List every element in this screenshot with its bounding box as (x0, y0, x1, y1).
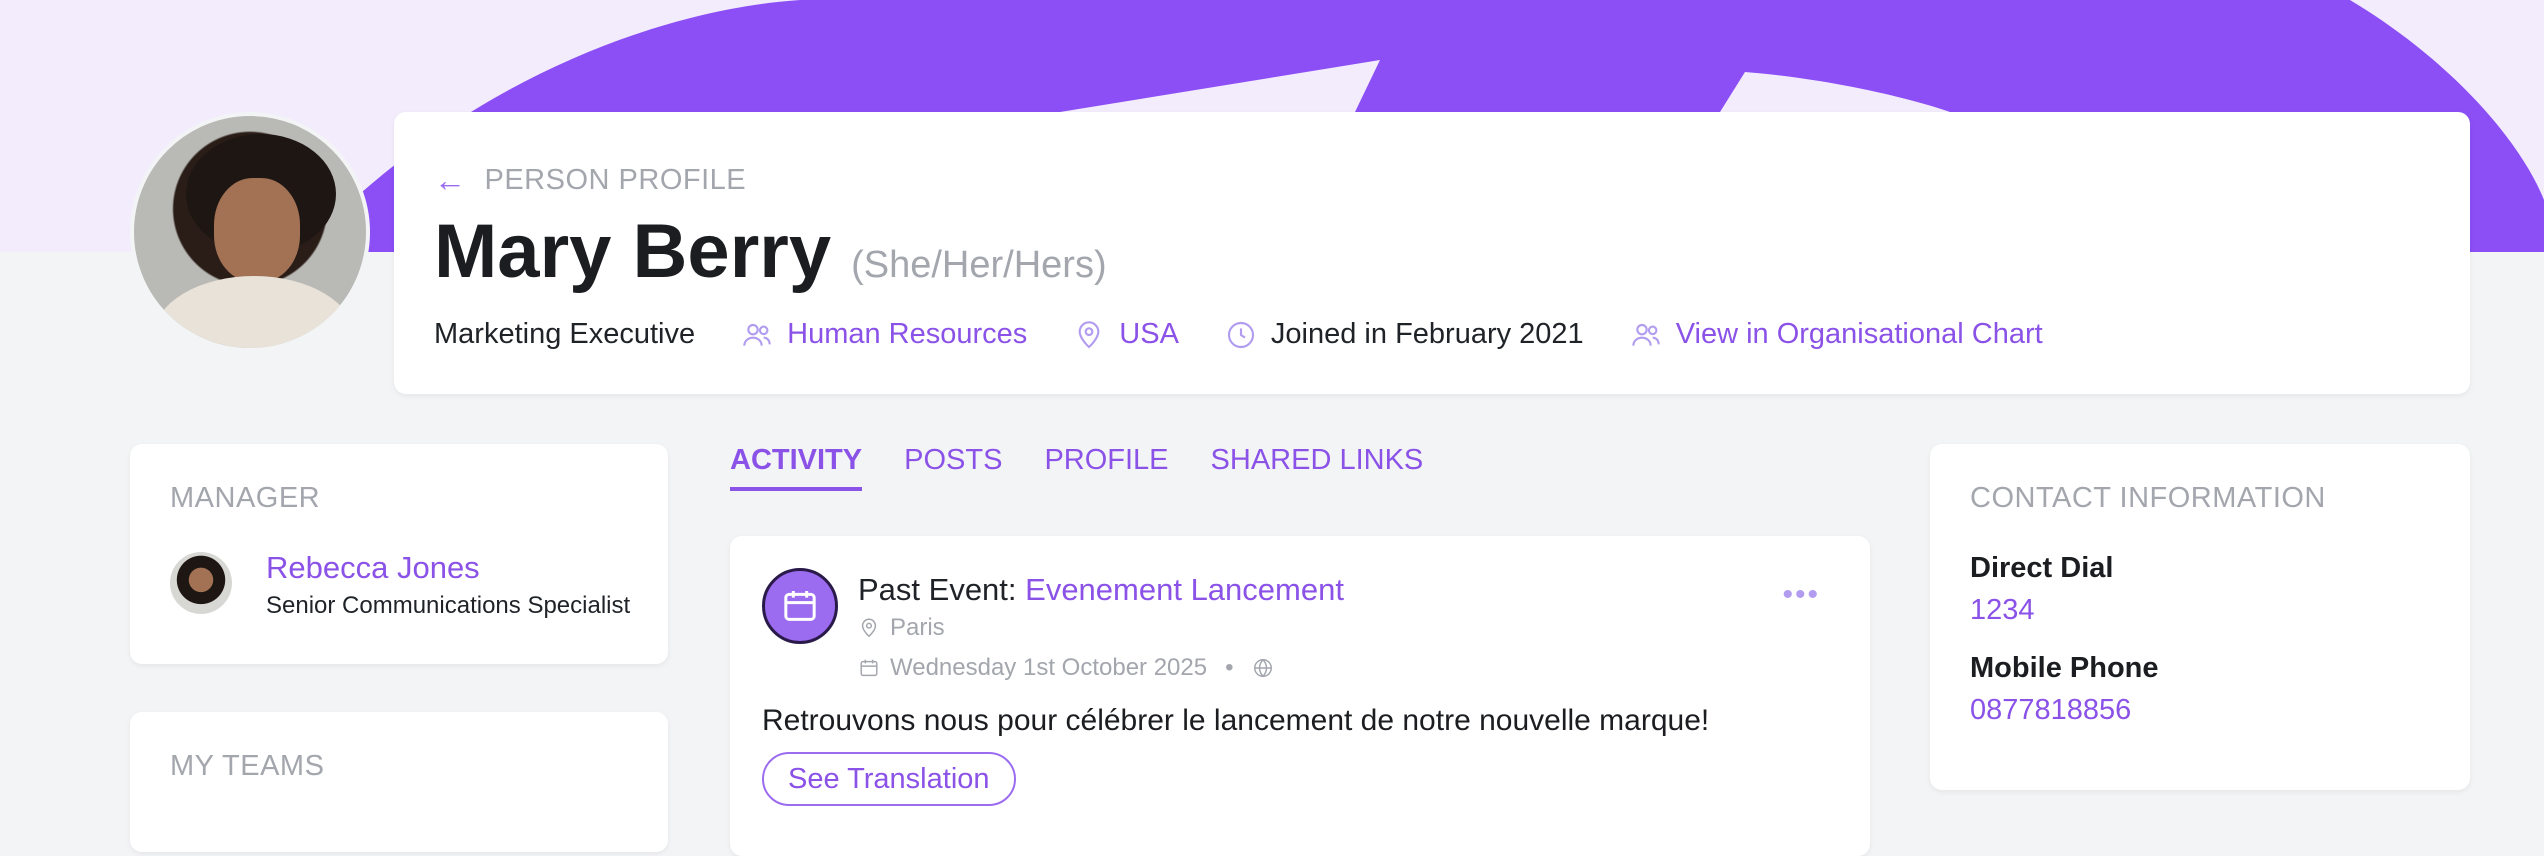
tab-activity[interactable]: ACTIVITY (730, 444, 863, 491)
calendar-icon (762, 568, 838, 644)
breadcrumb: ← PERSON PROFILE (434, 162, 746, 199)
meta-row: Marketing Executive Human Resources USA … (434, 318, 2089, 351)
person-name: Mary Berry (434, 209, 832, 294)
post-body: Retrouvons nous pour célébrer le lanceme… (762, 704, 1710, 737)
meta-separator: • (1225, 654, 1234, 681)
breadcrumb-label: PERSON PROFILE (484, 164, 747, 196)
manager-avatar[interactable] (170, 552, 232, 614)
department-text[interactable]: Human Resources (787, 318, 1027, 351)
org-chart-icon (1630, 319, 1662, 351)
org-chart-link[interactable]: View in Organisational Chart (1630, 318, 2043, 351)
name-row: Mary Berry (She/Her/Hers) (434, 208, 1107, 295)
more-options-icon[interactable]: ••• (1782, 578, 1820, 612)
direct-dial-link[interactable]: 1234 (1970, 594, 2035, 627)
tab-profile[interactable]: PROFILE (1044, 444, 1168, 491)
calendar-small-icon (860, 659, 878, 677)
map-pin-icon (1073, 319, 1105, 351)
joined-text: Joined in February 2021 (1270, 318, 1584, 350)
job-title-text: Marketing Executive (434, 318, 696, 350)
mobile-phone-label: Mobile Phone (1970, 652, 2159, 684)
event-name-link[interactable]: Evenement Lancement (1025, 572, 1344, 607)
clock-icon (1225, 319, 1257, 351)
department-link[interactable]: Human Resources (741, 318, 1027, 351)
joined-date: Joined in February 2021 (1225, 318, 1584, 351)
teams-section-title: MY TEAMS (170, 750, 325, 782)
event-location: Paris (858, 614, 945, 642)
country-text[interactable]: USA (1119, 318, 1179, 351)
profile-avatar (130, 112, 370, 352)
event-date: Wednesday 1st October 2025 • (858, 654, 1274, 682)
users-icon (741, 319, 773, 351)
country-link[interactable]: USA (1073, 318, 1179, 351)
manager-name-link[interactable]: Rebecca Jones (266, 550, 480, 586)
tab-shared-links[interactable]: SHARED LINKS (1211, 444, 1424, 491)
profile-tabs: ACTIVITY POSTS PROFILE SHARED LINKS (730, 444, 1423, 491)
post-title: Past Event: Evenement Lancement (858, 572, 1344, 608)
manager-section-title: MANAGER (170, 482, 321, 514)
activity-post: Past Event: Evenement Lancement Paris We… (730, 536, 1870, 856)
tab-posts[interactable]: POSTS (904, 444, 1002, 491)
direct-dial-label: Direct Dial (1970, 552, 2114, 584)
pronouns: (She/Her/Hers) (851, 244, 1107, 286)
post-title-prefix: Past Event: (858, 572, 1026, 607)
contact-section-title: CONTACT INFORMATION (1970, 482, 2326, 514)
globe-icon (1253, 658, 1272, 678)
contact-card: CONTACT INFORMATION Direct Dial 1234 Mob… (1930, 444, 2470, 790)
job-title: Marketing Executive (434, 318, 695, 351)
org-chart-text[interactable]: View in Organisational Chart (1676, 318, 2043, 351)
teams-card: MY TEAMS (130, 712, 668, 852)
manager-role: Senior Communications Specialist (266, 592, 631, 619)
back-arrow-icon[interactable]: ← (434, 162, 467, 199)
location-pin-icon (861, 618, 877, 638)
see-translation-button[interactable]: See Translation (762, 752, 1016, 806)
profile-header-card: ← PERSON PROFILE Mary Berry (She/Her/Her… (394, 112, 2470, 394)
event-location-text: Paris (890, 614, 945, 641)
manager-card: MANAGER Rebecca Jones Senior Communicati… (130, 444, 668, 664)
mobile-phone-link[interactable]: 0877818856 (1970, 694, 2131, 727)
event-date-text: Wednesday 1st October 2025 (890, 654, 1208, 681)
